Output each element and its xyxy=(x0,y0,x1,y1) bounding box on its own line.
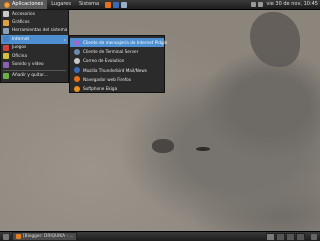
submenu-arrow-icon: ▸ xyxy=(63,36,66,42)
menu-separator xyxy=(3,69,66,71)
workspace-2[interactable] xyxy=(276,232,285,241)
system-menu-label: Sistema xyxy=(78,1,100,7)
menu-item-games[interactable]: Juegos xyxy=(1,44,68,52)
submenu-item-thunderbird[interactable]: Mozilla Thunderbird Mail/News xyxy=(70,66,164,75)
menu-item-label: Añadir y quitar... xyxy=(12,73,48,79)
internet-icon xyxy=(3,36,9,43)
ekiga-icon xyxy=(74,85,80,92)
submenu-item-label: Navegador web Firefox xyxy=(83,76,132,82)
blogger-window-icon xyxy=(16,234,21,239)
firefox-launcher-icon[interactable] xyxy=(105,1,112,8)
show-desktop-icon[interactable] xyxy=(3,233,9,240)
submenu-item-label: Softphone Ekiga xyxy=(83,86,118,92)
submenu-item-evolution[interactable]: Correo de Evolution xyxy=(70,56,164,65)
submenu-item-pidgin[interactable]: Cliente de mensajería de Internet Pidgin xyxy=(70,38,168,48)
wallpaper-dog-nose xyxy=(152,139,174,153)
firefox-icon xyxy=(74,76,80,83)
menu-item-label: Sonido y vídeo xyxy=(12,62,44,68)
menu-item-label: Herramientas del sistema xyxy=(12,28,68,34)
menu-item-label: Oficina xyxy=(12,53,28,59)
sound-video-icon xyxy=(3,61,9,68)
accessories-icon xyxy=(3,11,9,18)
submenu-item-terminal-server[interactable]: Cliente de Terminal Server xyxy=(70,47,164,56)
graphics-icon xyxy=(3,19,9,26)
add-remove-icon xyxy=(3,72,9,79)
mail-launcher-icon[interactable] xyxy=(113,1,120,8)
wallpaper-dog-eye xyxy=(196,147,210,151)
submenu-item-label: Correo de Evolution xyxy=(83,58,125,64)
workspace-1[interactable] xyxy=(266,232,275,241)
submenu-item-label: Cliente de Terminal Server xyxy=(83,49,139,55)
menu-item-graphics[interactable]: Gráficos xyxy=(1,18,68,26)
taskbar-window-label: [Blogger: DRIQUIKA - ... xyxy=(23,234,74,239)
places-menu-label: Lugares xyxy=(51,1,71,7)
applications-dropdown: Accesorios Gráficos Herramientas del sis… xyxy=(0,9,69,83)
menu-item-label: Internet xyxy=(12,36,30,42)
trash-icon[interactable] xyxy=(311,233,317,240)
menu-item-internet[interactable]: Internet ▸ xyxy=(1,35,68,44)
system-tray xyxy=(251,2,264,7)
menu-item-system-tools[interactable]: Herramientas del sistema xyxy=(1,27,68,35)
places-menu[interactable]: Lugares xyxy=(47,0,75,9)
network-icon[interactable] xyxy=(251,2,257,7)
internet-submenu: Cliente de mensajería de Internet Pidgin… xyxy=(69,35,168,93)
office-icon xyxy=(3,53,9,60)
evolution-icon xyxy=(74,57,80,64)
menu-item-label: Juegos xyxy=(12,45,27,51)
terminal-server-icon xyxy=(74,48,80,55)
applications-menu-label: Aplicaciones xyxy=(12,1,44,7)
menu-item-accessories[interactable]: Accesorios xyxy=(1,10,68,18)
menu-item-label: Gráficos xyxy=(12,20,30,26)
system-menu[interactable]: Sistema xyxy=(75,0,103,9)
pidgin-icon xyxy=(74,39,80,46)
menu-item-label: Accesorios xyxy=(12,11,35,17)
wallpaper-dog-ear xyxy=(250,12,300,67)
ubuntu-logo-icon xyxy=(4,1,10,8)
volume-icon[interactable] xyxy=(258,2,264,7)
menu-item-office[interactable]: Oficina xyxy=(1,52,68,60)
games-icon xyxy=(3,44,9,51)
submenu-item-label: Cliente de mensajería de Internet Pidgin xyxy=(83,40,168,46)
workspace-switcher xyxy=(266,232,305,241)
panel-menu-bar: Aplicaciones Lugares Sistema xyxy=(0,0,103,9)
panel-launchers xyxy=(105,1,128,8)
workspace-4[interactable] xyxy=(296,232,305,241)
menu-item-add-remove[interactable]: Añadir y quitar... xyxy=(1,72,68,80)
menu-item-sound-video[interactable]: Sonido y vídeo xyxy=(1,60,68,68)
submenu-item-label: Mozilla Thunderbird Mail/News xyxy=(83,67,147,73)
applications-menu[interactable]: Aplicaciones xyxy=(0,0,48,9)
submenu-item-ekiga[interactable]: Softphone Ekiga xyxy=(70,84,164,93)
help-launcher-icon[interactable] xyxy=(121,1,128,8)
workspace-3[interactable] xyxy=(286,232,295,241)
thunderbird-icon xyxy=(74,67,80,74)
system-tools-icon xyxy=(3,27,9,34)
panel-clock[interactable]: vie 30 de nov, 10:45 xyxy=(266,0,320,9)
submenu-item-firefox[interactable]: Navegador web Firefox xyxy=(70,75,164,84)
